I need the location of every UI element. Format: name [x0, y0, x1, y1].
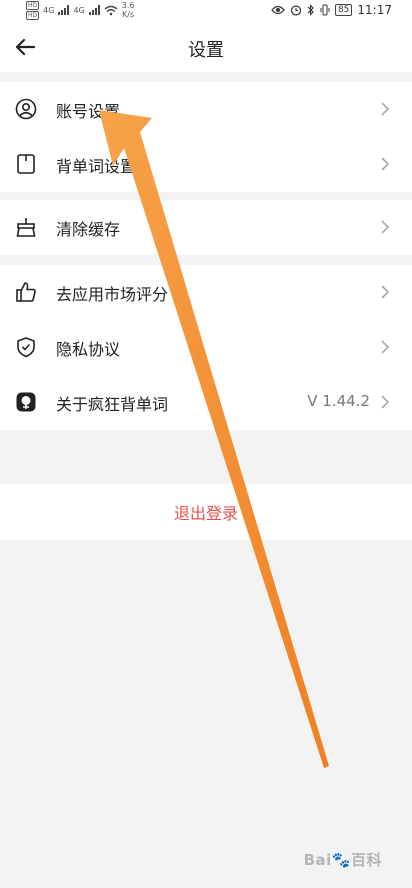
alarm-icon: [290, 5, 302, 16]
chevron-right-icon: [381, 285, 390, 299]
chevron-right-icon: [381, 102, 390, 116]
wifi-icon: [104, 5, 118, 15]
clock: 11:17: [357, 3, 392, 17]
settings-item-label: 账号设置: [56, 102, 121, 121]
battery-icon: 85: [334, 4, 353, 16]
settings-item-account[interactable]: 账号设置: [0, 82, 412, 137]
chevron-right-icon: [381, 395, 390, 409]
logout-label: 退出登录: [173, 504, 238, 523]
broom-icon: [14, 215, 38, 239]
network-type: 4G: [73, 5, 85, 15]
page-title: 设置: [188, 40, 224, 61]
vibrate-icon: [320, 4, 330, 16]
status-right-indicators: 85 11:17: [271, 0, 392, 20]
settings-item-rate-app[interactable]: 去应用市场评分: [0, 265, 412, 320]
bluetooth-icon: [307, 4, 314, 16]
chevron-right-icon: [381, 340, 390, 354]
settings-item-clear-cache[interactable]: 清除缓存: [0, 200, 412, 255]
settings-item-vocab[interactable]: 背单词设置: [0, 137, 412, 192]
hd-badge: HD: [26, 0, 40, 10]
shield-check-icon: [14, 335, 38, 359]
network-speed: 3.6 K/s: [121, 1, 135, 19]
status-bar: HD HD 4G 4G 3.6 K/s 85 11:17: [0, 0, 412, 20]
app-version: V 1.44.2: [307, 392, 370, 410]
settings-item-label: 清除缓存: [56, 220, 121, 239]
signal-icon: [88, 5, 100, 15]
app-logo-icon: [14, 390, 38, 414]
settings-group-cache: 清除缓存: [0, 200, 412, 255]
baidu-watermark: Bai🐾百科: [303, 851, 382, 869]
settings-group-account: 账号设置 背单词设置: [0, 82, 412, 192]
settings-group-about: 去应用市场评分 隐私协议 关于疯狂背单词 V 1.44.2: [0, 265, 412, 430]
settings-item-label: 背单词设置: [56, 157, 137, 176]
hd-badge: HD: [26, 10, 40, 20]
bookmark-icon: [14, 152, 38, 176]
chevron-right-icon: [381, 220, 390, 234]
settings-item-label: 隐私协议: [56, 340, 121, 359]
user-circle-icon: [14, 97, 38, 121]
app-header: 设置: [0, 20, 412, 72]
thumbs-up-icon: [14, 280, 38, 304]
settings-item-label: 去应用市场评分: [56, 285, 169, 304]
logout-button[interactable]: 退出登录: [0, 484, 412, 540]
network-type: 4G: [43, 5, 55, 15]
eye-icon: [271, 5, 285, 15]
signal-icon: [58, 5, 70, 15]
settings-item-label: 关于疯狂背单词: [56, 395, 169, 414]
settings-item-privacy[interactable]: 隐私协议: [0, 320, 412, 375]
chevron-right-icon: [381, 157, 390, 171]
status-left-indicators: HD HD 4G 4G 3.6 K/s: [26, 0, 134, 20]
settings-item-about[interactable]: 关于疯狂背单词 V 1.44.2: [0, 375, 412, 430]
